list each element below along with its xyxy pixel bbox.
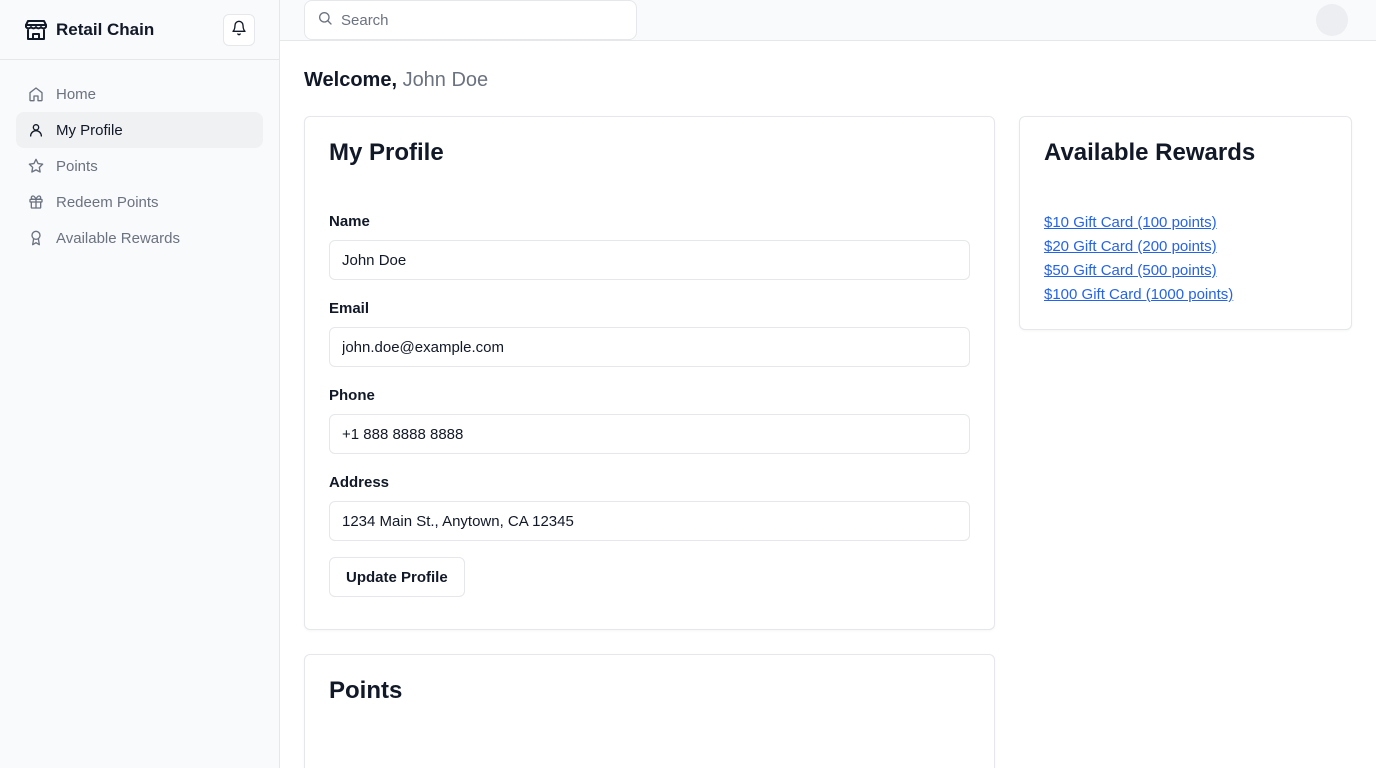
- sidebar-header: Retail Chain: [0, 0, 279, 60]
- email-field[interactable]: [329, 327, 970, 367]
- search-icon: [317, 10, 333, 31]
- name-label: Name: [329, 213, 370, 230]
- notifications-button[interactable]: [223, 13, 255, 46]
- content-grid: My Profile Name Email Phone: [304, 116, 1352, 768]
- award-icon: [28, 230, 44, 246]
- address-field-group: Address: [329, 474, 970, 541]
- sidebar-item-label: Available Rewards: [56, 229, 180, 247]
- sidebar-item-home[interactable]: Home: [16, 76, 263, 112]
- reward-link[interactable]: $20 Gift Card (200 points): [1044, 237, 1327, 257]
- email-label: Email: [329, 300, 370, 317]
- search-input[interactable]: [341, 11, 624, 29]
- sidebar-item-my-profile[interactable]: My Profile: [16, 112, 263, 148]
- bell-icon: [231, 20, 247, 39]
- sidebar-item-available-rewards[interactable]: Available Rewards: [16, 220, 263, 256]
- reward-link[interactable]: $10 Gift Card (100 points): [1044, 213, 1327, 233]
- sidebar: Retail Chain Home My Profile Points Rede…: [0, 0, 280, 768]
- topbar: [280, 0, 1376, 41]
- sidebar-nav: Home My Profile Points Redeem Points Ava…: [0, 60, 279, 272]
- phone-label: Phone: [329, 387, 375, 404]
- points-title: Points: [329, 677, 403, 704]
- sidebar-item-label: Redeem Points: [56, 193, 159, 211]
- reward-link[interactable]: $100 Gift Card (1000 points): [1044, 285, 1327, 305]
- profile-card: My Profile Name Email Phone: [304, 116, 995, 630]
- user-icon: [28, 122, 44, 138]
- welcome-prefix: Welcome,: [304, 69, 397, 91]
- name-field[interactable]: [329, 240, 970, 280]
- sidebar-item-label: Points: [56, 157, 98, 175]
- brand[interactable]: Retail Chain: [24, 18, 154, 42]
- name-field-group: Name: [329, 213, 970, 280]
- profile-title: My Profile: [329, 139, 444, 166]
- sidebar-item-redeem-points[interactable]: Redeem Points: [16, 184, 263, 220]
- store-icon: [24, 18, 48, 42]
- address-label: Address: [329, 474, 390, 491]
- main-area: Welcome, John Doe My Profile Name Emai: [280, 0, 1376, 768]
- update-profile-button[interactable]: Update Profile: [329, 557, 465, 597]
- profile-form: Name Email Phone: [329, 213, 970, 597]
- sidebar-item-label: Home: [56, 85, 97, 103]
- rewards-title: Available Rewards: [1044, 139, 1256, 166]
- welcome-user: John Doe: [402, 69, 489, 91]
- app-root: Retail Chain Home My Profile Points Rede…: [0, 0, 1376, 768]
- avatar[interactable]: [1316, 4, 1348, 36]
- email-field-group: Email: [329, 300, 970, 367]
- rewards-card: Available Rewards $10 Gift Card (100 poi…: [1019, 116, 1352, 330]
- reward-link[interactable]: $50 Gift Card (500 points): [1044, 261, 1327, 281]
- points-card: Points: [304, 654, 995, 768]
- home-icon: [28, 86, 44, 102]
- address-field[interactable]: [329, 501, 970, 541]
- brand-name: Retail Chain: [56, 19, 155, 39]
- gift-icon: [28, 194, 44, 210]
- sidebar-item-label: My Profile: [56, 121, 123, 139]
- phone-field-group: Phone: [329, 387, 970, 454]
- welcome-heading: Welcome, John Doe: [304, 69, 1352, 92]
- content: Welcome, John Doe My Profile Name Emai: [280, 41, 1376, 768]
- left-column: My Profile Name Email Phone: [304, 116, 995, 768]
- search-box[interactable]: [304, 0, 637, 40]
- star-icon: [28, 158, 44, 174]
- sidebar-item-points[interactable]: Points: [16, 148, 263, 184]
- rewards-list: $10 Gift Card (100 points) $20 Gift Card…: [1044, 213, 1327, 305]
- phone-field[interactable]: [329, 414, 970, 454]
